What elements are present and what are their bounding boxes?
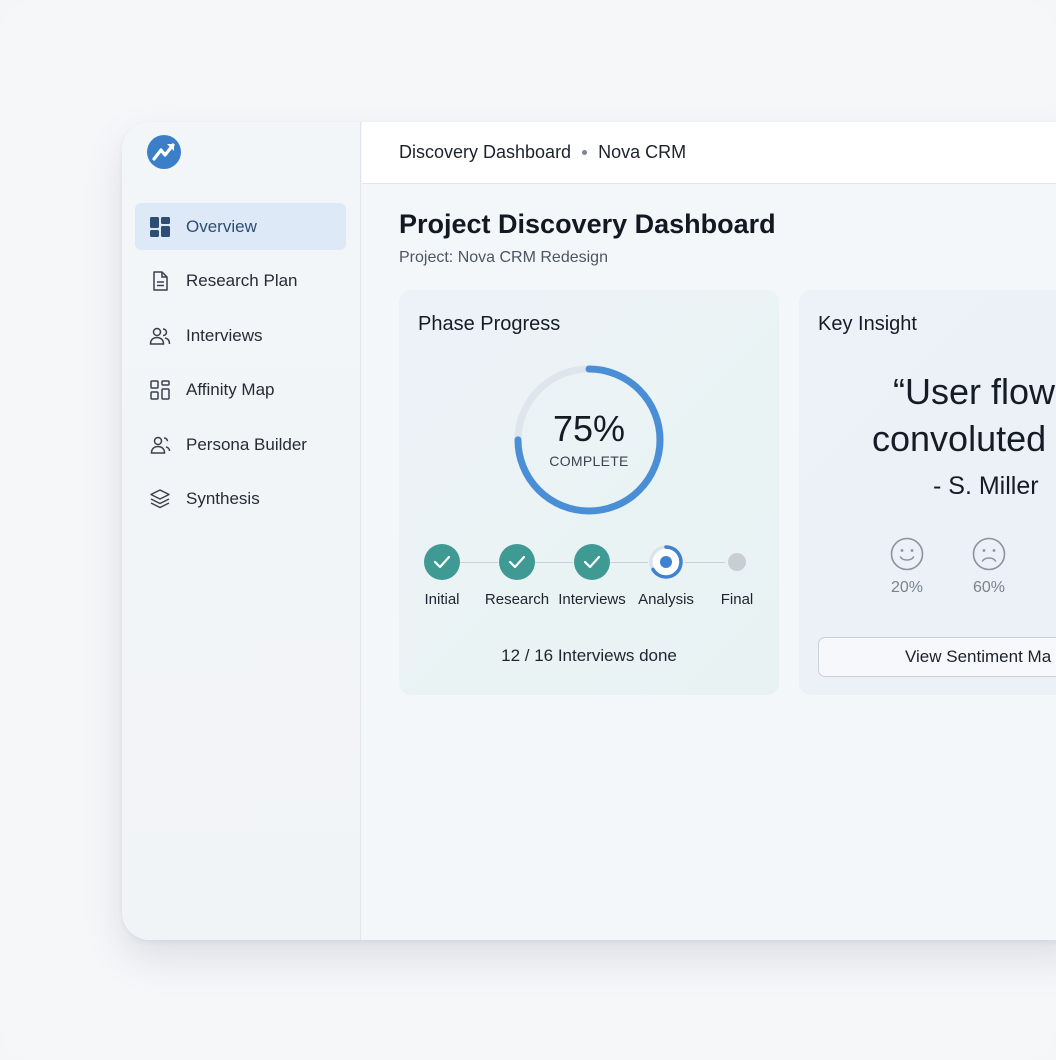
- interviews-done-count: 12 / 16 Interviews done: [501, 646, 677, 665]
- breadcrumb: Discovery Dashboard Nova CRM: [362, 122, 1056, 184]
- app-logo-icon[interactable]: [147, 135, 181, 169]
- step-final-pending[interactable]: [728, 553, 746, 571]
- phase-progress-card: Phase Progress 75% COMPLETE Initial Rese…: [399, 290, 779, 695]
- step-connector: [610, 562, 648, 563]
- breadcrumb-page[interactable]: Discovery Dashboard: [399, 142, 571, 163]
- step-initial-done[interactable]: [424, 544, 460, 580]
- quote-author: - S. Miller: [933, 472, 1039, 500]
- breadcrumb-project[interactable]: Nova CRM: [598, 142, 686, 163]
- sidebar-item-synthesis[interactable]: Synthesis: [135, 476, 346, 523]
- current-step-icon: [649, 545, 683, 579]
- progress-label: COMPLETE: [549, 453, 629, 469]
- step-connector: [685, 562, 725, 563]
- check-icon: [433, 555, 451, 569]
- sidebar-nav: Overview Research Plan Interviews Affini…: [135, 203, 346, 531]
- sidebar-item-label: Affinity Map: [186, 380, 275, 400]
- step-connector: [535, 562, 573, 563]
- sidebar-item-label: Persona Builder: [186, 434, 307, 454]
- step-interviews-done[interactable]: [574, 544, 610, 580]
- check-icon: [583, 555, 601, 569]
- sidebar-item-label: Overview: [186, 216, 257, 236]
- dashboard-grid-icon: [149, 216, 171, 238]
- smile-icon: [890, 537, 924, 571]
- affinity-grid-icon: [149, 379, 171, 401]
- sentiment-value: 60%: [972, 579, 1006, 596]
- insight-quote: “User flow is convoluted: [799, 368, 1056, 462]
- key-insight-card: Key Insight “User flow is convoluted - S…: [799, 290, 1056, 695]
- persona-icon: [149, 434, 171, 456]
- check-icon: [508, 555, 526, 569]
- layers-icon: [149, 488, 171, 510]
- frown-icon: [972, 537, 1006, 571]
- sidebar-item-label: Interviews: [186, 325, 263, 345]
- sidebar-item-label: Research Plan: [186, 271, 298, 291]
- card-title: Phase Progress: [418, 313, 561, 335]
- view-sentiment-map-button[interactable]: View Sentiment Ma: [818, 637, 1056, 677]
- sidebar-item-affinity-map[interactable]: Affinity Map: [135, 367, 346, 414]
- sentiment-positive[interactable]: 20%: [877, 537, 937, 597]
- app-window: Overview Research Plan Interviews Affini…: [122, 122, 1056, 940]
- step-connector: [460, 562, 498, 563]
- sentiment-value: 20%: [890, 579, 924, 596]
- sidebar-item-overview[interactable]: Overview: [135, 203, 346, 250]
- quote-line: convoluted: [872, 418, 1047, 459]
- page-title: Project Discovery Dashboard: [399, 209, 776, 239]
- breadcrumb-separator: [582, 150, 588, 155]
- document-icon: [149, 270, 171, 292]
- sidebar-item-research-plan[interactable]: Research Plan: [135, 258, 346, 305]
- card-title: Key Insight: [818, 313, 917, 335]
- step-analysis-current[interactable]: [648, 544, 684, 580]
- users-icon: [149, 325, 171, 347]
- sidebar-item-interviews[interactable]: Interviews: [135, 312, 346, 359]
- quote-line: “User flow is: [893, 371, 1056, 412]
- step-label: Final: [720, 591, 754, 608]
- sidebar: Overview Research Plan Interviews Affini…: [122, 122, 361, 940]
- step-research-done[interactable]: [499, 544, 535, 580]
- page-subtitle: Project: Nova CRM Redesign: [399, 249, 608, 266]
- progress-percent: 75%: [552, 408, 626, 449]
- sidebar-item-label: Synthesis: [186, 489, 260, 509]
- sidebar-item-persona-builder[interactable]: Persona Builder: [135, 421, 346, 468]
- sentiment-negative[interactable]: 60%: [959, 537, 1019, 597]
